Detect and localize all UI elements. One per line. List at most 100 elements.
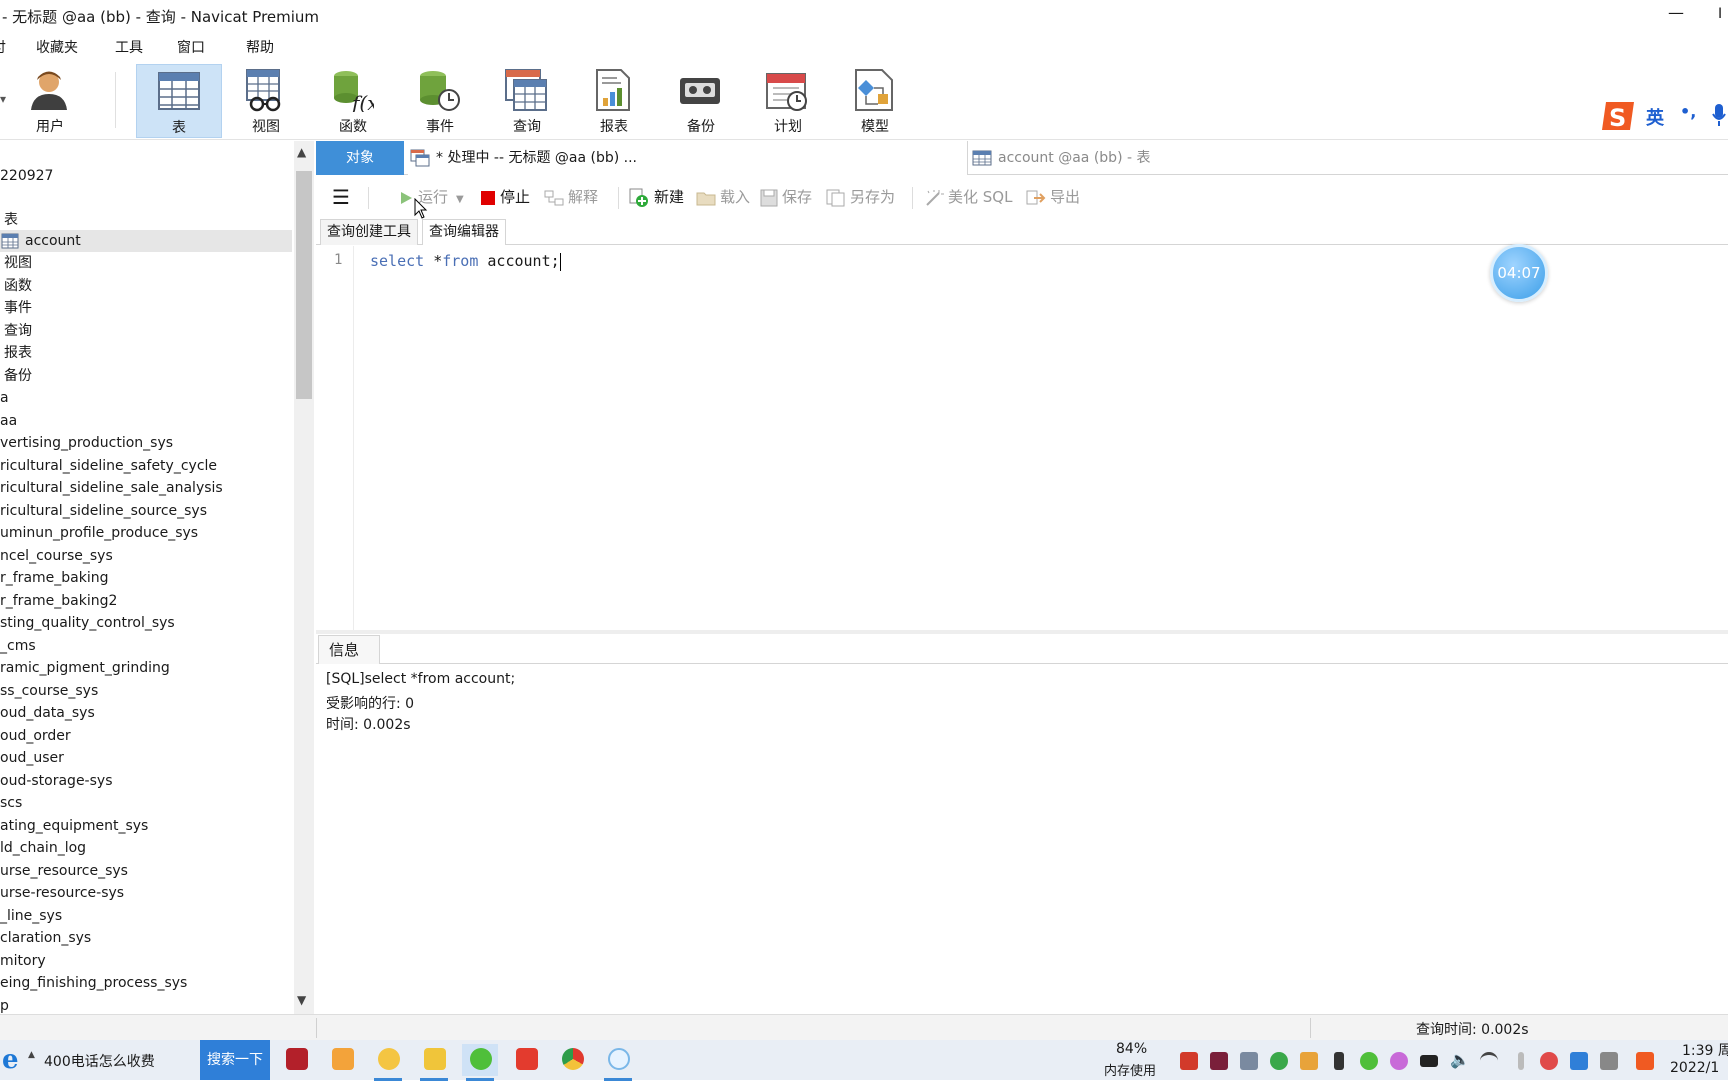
ribbon-schedule-button[interactable]: 计划 xyxy=(745,64,831,138)
tree-item[interactable]: p xyxy=(0,995,292,1014)
tree-item-views[interactable]: 视图 xyxy=(4,252,296,274)
battery-icon[interactable] xyxy=(1420,1055,1438,1067)
menu-tools[interactable]: 工具 xyxy=(115,37,143,57)
tree-item[interactable]: oud_user xyxy=(0,747,292,769)
microphone-icon[interactable] xyxy=(1334,1052,1344,1070)
run-dropdown-icon[interactable]: ▼ xyxy=(456,194,464,205)
minimize-button[interactable]: — xyxy=(1664,0,1688,30)
ime-punctuation[interactable]: •, xyxy=(1680,102,1696,121)
export-button[interactable]: 导出 xyxy=(1026,185,1080,209)
tree-item[interactable]: aa xyxy=(0,410,292,432)
tab-info[interactable]: 信息 xyxy=(318,635,380,664)
ribbon-function-button[interactable]: f(x) 函数 xyxy=(310,64,396,138)
tree-item[interactable]: oud_data_sys xyxy=(0,702,292,724)
load-button[interactable]: 载入 xyxy=(696,185,750,209)
tree-item[interactable]: ramic_pigment_grinding xyxy=(0,657,292,679)
tray-icon[interactable] xyxy=(1570,1052,1588,1070)
tree-item-tables[interactable]: 表 xyxy=(4,209,296,231)
taskbar-file-explorer[interactable] xyxy=(416,1044,452,1081)
run-button[interactable]: 运行 ▼ xyxy=(398,185,464,209)
new-query-button[interactable]: 新建 xyxy=(628,185,684,209)
tree-item-queries[interactable]: 查询 xyxy=(4,320,296,342)
tree-item-functions[interactable]: 函数 xyxy=(4,275,296,297)
explain-button[interactable]: 解释 xyxy=(544,185,598,209)
sql-editor[interactable]: 1 select *from account; xyxy=(316,246,1728,630)
ribbon-query-button[interactable]: 查询 xyxy=(484,64,570,138)
menu-file[interactable]: 付 xyxy=(0,37,6,57)
tree-item[interactable]: ating_equipment_sys xyxy=(0,815,292,837)
taskbar-app[interactable] xyxy=(324,1044,360,1076)
beautify-sql-button[interactable]: 美化 SQL xyxy=(924,185,1012,209)
tree-item[interactable]: _cms xyxy=(0,635,292,657)
tree-item[interactable]: ncel_course_sys xyxy=(0,545,292,567)
microphone-icon[interactable] xyxy=(1712,104,1726,128)
thermometer-icon[interactable] xyxy=(1518,1052,1524,1070)
tab-objects[interactable]: 对象 xyxy=(316,141,404,175)
wechat-tray-icon[interactable] xyxy=(1360,1052,1378,1070)
volume-icon[interactable]: 🔈 xyxy=(1450,1050,1470,1069)
taskbar-chrome[interactable] xyxy=(554,1044,590,1076)
tree-item[interactable]: ricultural_sideline_safety_cycle xyxy=(0,455,292,477)
tree-item[interactable]: ricultural_sideline_sale_analysis xyxy=(0,477,292,499)
tray-icon[interactable] xyxy=(1600,1052,1618,1070)
clock-time[interactable]: 1:39 周 xyxy=(1682,1040,1728,1060)
tree-item[interactable]: r_frame_baking xyxy=(0,567,292,589)
save-as-button[interactable]: 另存为 xyxy=(826,185,895,209)
tree-item[interactable]: ss_course_sys xyxy=(0,680,292,702)
sogou-tray-icon[interactable] xyxy=(1636,1052,1654,1070)
ribbon-event-button[interactable]: 事件 xyxy=(397,64,483,138)
tree-item[interactable]: ricultural_sideline_source_sys xyxy=(0,500,292,522)
maximize-button[interactable]: I xyxy=(1718,6,1722,22)
tree-item[interactable]: urse_resource_sys xyxy=(0,860,292,882)
tree-item[interactable]: r_frame_baking2 xyxy=(0,590,292,612)
tree-item[interactable]: scs xyxy=(0,792,292,814)
ribbon-view-button[interactable]: 视图 xyxy=(223,64,309,138)
wifi-icon[interactable] xyxy=(1480,1052,1498,1070)
taskbar-app[interactable] xyxy=(278,1044,314,1076)
taskbar-wechat[interactable] xyxy=(462,1044,498,1081)
tray-icon[interactable] xyxy=(1270,1052,1288,1070)
tree-item[interactable]: a xyxy=(0,387,292,409)
ie-browser-icon[interactable]: e xyxy=(2,1046,26,1072)
tree-item[interactable]: ld_chain_log xyxy=(0,837,292,859)
tree-item[interactable]: eing_finishing_process_sys xyxy=(0,972,292,994)
tree-item[interactable]: sting_quality_control_sys xyxy=(0,612,292,634)
menu-favorites[interactable]: 收藏夹 xyxy=(36,37,78,57)
ribbon-user-button[interactable]: 用户 xyxy=(7,64,93,138)
recording-timer[interactable]: 04:07 xyxy=(1490,244,1548,302)
ribbon-backup-button[interactable]: 备份 xyxy=(658,64,744,138)
wps-tray-icon[interactable] xyxy=(1180,1052,1198,1070)
ribbon-model-button[interactable]: 模型 xyxy=(832,64,918,138)
tree-item[interactable]: urse-resource-sys xyxy=(0,882,292,904)
ribbon-report-button[interactable]: 报表 xyxy=(571,64,657,138)
clock-date[interactable]: 2022/1 xyxy=(1670,1060,1719,1076)
tree-item[interactable]: oud_order xyxy=(0,725,292,747)
ribbon-overflow-icon[interactable]: ▾ xyxy=(0,92,6,106)
tree-item-account[interactable]: account xyxy=(0,230,292,252)
menu-window[interactable]: 窗口 xyxy=(177,37,205,57)
tree-scrollbar[interactable]: ▲ ▼ xyxy=(294,141,314,1014)
taskbar-wps[interactable] xyxy=(508,1044,544,1076)
ime-toolbar[interactable]: S 英 •, xyxy=(1600,96,1728,136)
ime-language[interactable]: 英 xyxy=(1646,104,1664,130)
search-query-text[interactable]: 400电话怎么收费 xyxy=(44,1051,155,1071)
scroll-down-icon[interactable]: ▼ xyxy=(297,993,306,1007)
scrollbar-thumb[interactable] xyxy=(296,171,312,399)
tab-query-editor[interactable]: 查询编辑器 xyxy=(422,219,506,245)
hamburger-menu-icon[interactable]: ☰ xyxy=(332,185,350,209)
code-line[interactable]: select *from account; xyxy=(370,252,561,271)
tray-icon[interactable] xyxy=(1300,1052,1318,1070)
tree-item-events[interactable]: 事件 xyxy=(4,297,296,319)
taskbar-app[interactable] xyxy=(370,1044,406,1081)
taskbar-navicat[interactable] xyxy=(600,1044,636,1081)
tree-item[interactable]: uminun_profile_produce_sys xyxy=(0,522,292,544)
tree-item[interactable]: mitory xyxy=(0,950,292,972)
tree-item[interactable]: claration_sys xyxy=(0,927,292,949)
save-button[interactable]: 保存 xyxy=(760,185,812,209)
tree-item[interactable]: vertising_production_sys xyxy=(0,432,292,454)
tree-item-backups[interactable]: 备份 xyxy=(4,365,296,387)
menu-help[interactable]: 帮助 xyxy=(246,37,274,57)
printer-icon[interactable] xyxy=(1240,1052,1258,1070)
tray-icon[interactable] xyxy=(1390,1052,1408,1070)
scroll-up-icon[interactable]: ▲ xyxy=(297,145,306,159)
